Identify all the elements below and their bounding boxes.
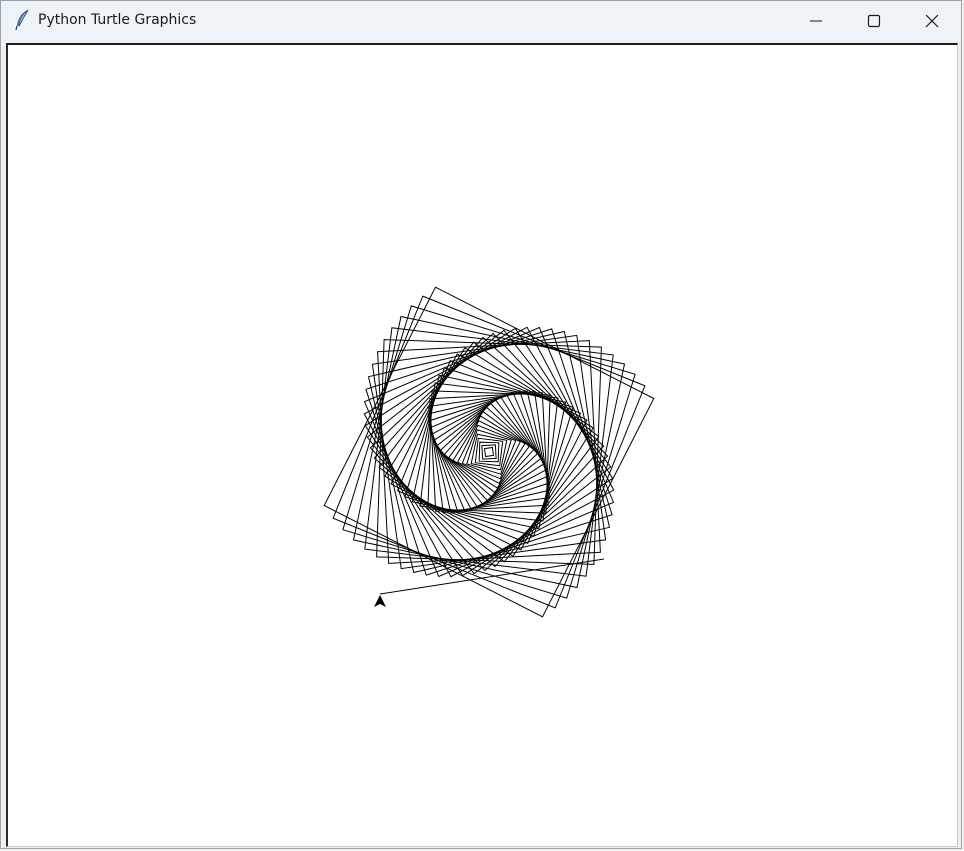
close-button[interactable] [903, 1, 961, 40]
feather-icon [13, 9, 33, 31]
window-title: Python Turtle Graphics [38, 12, 197, 28]
maximize-button[interactable] [845, 1, 903, 40]
turtle-canvas-frame [6, 43, 958, 847]
turtle-window: Python Turtle Graphics [0, 0, 962, 849]
title-bar[interactable]: Python Turtle Graphics [1, 1, 961, 40]
minimize-icon [809, 14, 823, 28]
close-icon [925, 14, 939, 28]
turtle-canvas[interactable] [8, 45, 957, 846]
minimize-button[interactable] [787, 1, 845, 40]
maximize-icon [867, 14, 881, 28]
